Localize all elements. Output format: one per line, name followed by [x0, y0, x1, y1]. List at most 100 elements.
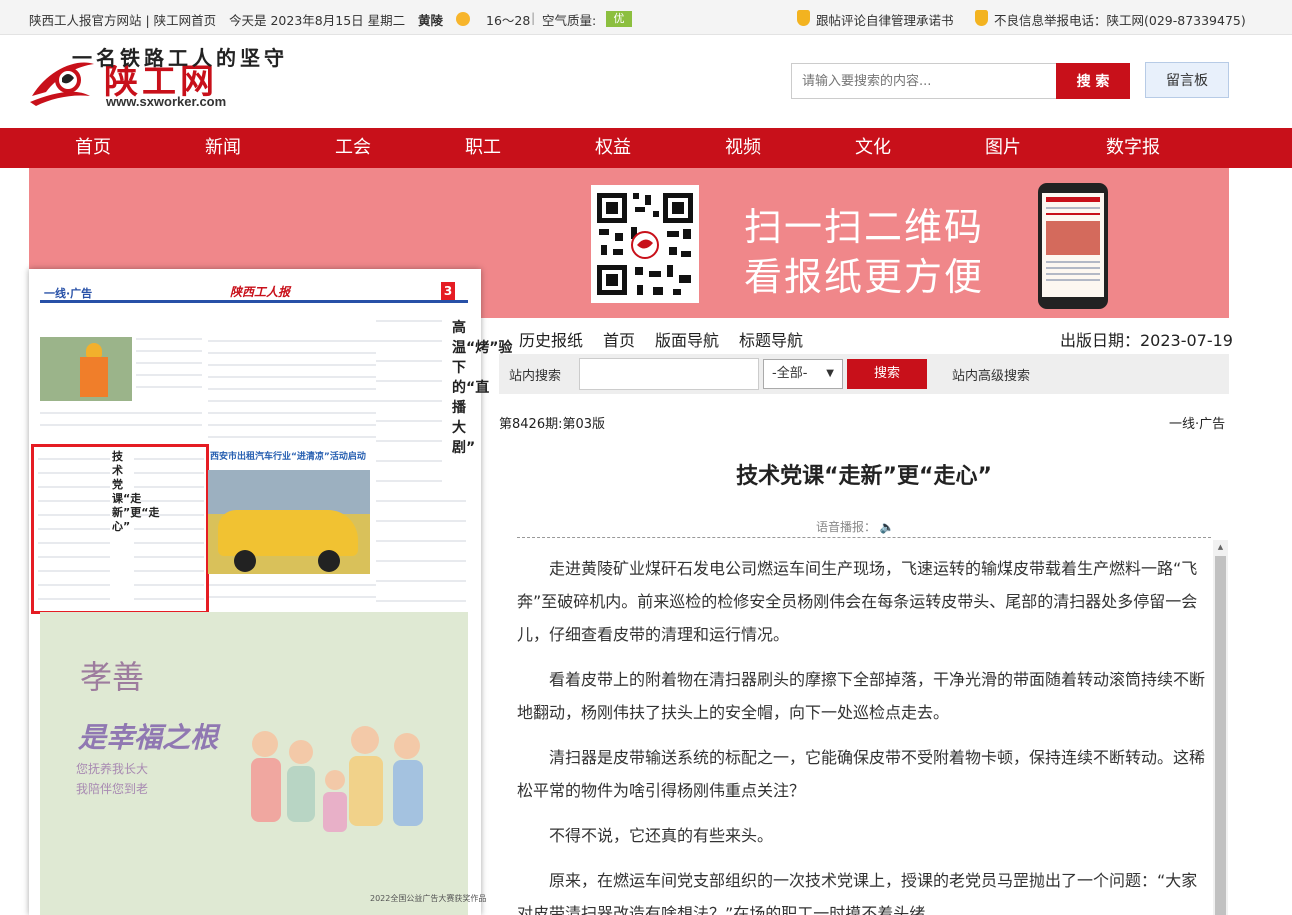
article-paragraph: 看着皮带上的附着物在清扫器刷头的摩擦下全部掉落，干净光滑的带面随着转动滚筒持续不…: [517, 670, 1206, 722]
publication-date: 出版日期：2023-07-19: [1060, 331, 1233, 350]
article-paragraph: 原来，在燃运车间党支部组织的一次技术党课上，授课的老党员马罡抛出了一个问题：“大…: [517, 871, 1198, 915]
text-line: [376, 580, 466, 582]
speaker-icon[interactable]: 🔈: [880, 520, 895, 534]
report-hotline: 不良信息举报电话：陕工网(029-87339475): [994, 13, 1246, 28]
aqi-label: 空气质量:: [542, 13, 597, 28]
paper-headline[interactable]: 一名铁路工人的坚守: [72, 42, 288, 71]
nav-item-union[interactable]: 工会: [293, 128, 413, 168]
voice-broadcast[interactable]: 语音播报： 🔈: [816, 518, 895, 535]
nav-item-rights[interactable]: 权益: [553, 128, 673, 168]
site-search-scope-select[interactable]: -全部- ▼: [763, 359, 843, 389]
weather-city: 黄陵: [418, 13, 444, 28]
text-line: [376, 380, 442, 382]
family-illustration-icon: [251, 726, 423, 832]
paper-photo-worker: [40, 337, 132, 401]
shield-icon: [975, 10, 988, 26]
text-line: [208, 436, 376, 438]
nav-item-workers[interactable]: 职工: [423, 128, 543, 168]
article-body: 走进黄陵矿业煤矸石发电公司燃运车间生产现场，飞速运转的输煤皮带载着生产燃料一路“…: [517, 552, 1205, 915]
article-section: 一线·广告: [1169, 417, 1226, 432]
text-line: [136, 350, 202, 352]
text-line: [208, 424, 376, 426]
divider: [517, 537, 1211, 538]
scroll-up-icon[interactable]: ▲: [1213, 540, 1228, 554]
nav-item-pictures[interactable]: 图片: [943, 128, 1063, 168]
nav-item-video[interactable]: 视频: [683, 128, 803, 168]
paper-masthead: 陕西工人报: [230, 285, 291, 299]
text-line: [376, 360, 442, 362]
article-paragraph: 不得不说，它还真的有些来头。: [549, 826, 774, 845]
text-line: [208, 376, 376, 378]
article-paragraph: 走进黄陵矿业煤矸石发电公司燃运车间生产现场，飞速运转的输煤皮带载着生产燃料一路“…: [517, 559, 1198, 644]
current-date: 今天是 2023年8月15日 星期二: [229, 13, 406, 28]
title-nav-link[interactable]: 标题导航: [739, 327, 803, 351]
nav-item-home[interactable]: 首页: [33, 128, 153, 168]
sun-icon: [452, 8, 474, 26]
text-line: [208, 340, 376, 342]
voice-broadcast-label: 语音播报：: [816, 520, 877, 534]
text-line: [208, 352, 376, 354]
scope-select-value: -全部-: [772, 366, 808, 381]
advanced-search-link[interactable]: 站内高级搜索: [952, 365, 1030, 384]
ad-line-2: 我陪伴您到老: [76, 782, 149, 796]
paper-side-headline[interactable]: 高温“烤”验下的“直播大剧”: [452, 318, 512, 458]
text-line: [376, 560, 466, 562]
text-line: [376, 400, 442, 402]
search-input[interactable]: [791, 63, 1057, 99]
ad-footer: 2022全国公益广告大赛获奖作品: [370, 894, 487, 903]
paper-photo-taxi: [208, 470, 370, 574]
text-line: [376, 340, 442, 342]
text-line: [136, 362, 202, 364]
text-line: [376, 600, 466, 602]
text-line: [208, 388, 376, 390]
text-line: [40, 412, 202, 414]
text-line: [208, 400, 376, 402]
ad-title: 孝善: [80, 658, 145, 696]
banner-line-1: 扫一扫二维码: [744, 205, 985, 249]
text-line: [376, 460, 442, 462]
text-line: [136, 386, 202, 388]
qr-code-icon: [591, 185, 699, 303]
text-line: [376, 480, 442, 482]
top-bar: 陕西工人报官方网站 | 陕工网首页 今天是 2023年8月15日 星期二 黄陵 …: [0, 0, 1292, 35]
text-line: [40, 424, 202, 426]
article-title: 技术党课“走新”更“走心”: [736, 464, 992, 489]
search-button[interactable]: 搜 索: [1056, 63, 1130, 99]
pledge-link[interactable]: 跟帖评论自律管理承诺书: [816, 10, 954, 29]
text-line: [136, 338, 202, 340]
aqi-badge: 优: [606, 11, 632, 27]
paper-page-number: 3: [441, 282, 455, 300]
history-papers-link[interactable]: 历史报纸: [519, 327, 583, 351]
site-links[interactable]: 陕西工人报官方网站 | 陕工网首页: [29, 10, 216, 29]
shield-icon: [797, 10, 810, 26]
text-line: [376, 420, 442, 422]
nav-item-news[interactable]: 新闻: [163, 128, 283, 168]
text-line: [376, 320, 442, 322]
site-search-button[interactable]: 搜索: [847, 359, 927, 389]
paper-rule: [40, 300, 468, 303]
paper-home-link[interactable]: 首页: [603, 327, 635, 351]
scrollbar-thumb[interactable]: [1215, 556, 1226, 915]
site-search-input[interactable]: [579, 358, 759, 390]
nav-item-digital-paper[interactable]: 数字报: [1073, 128, 1193, 168]
logo-url: www.sxworker.com: [106, 94, 227, 109]
chevron-down-icon: ▼: [826, 368, 834, 379]
message-board-button[interactable]: 留言板: [1145, 62, 1229, 98]
text-line: [376, 500, 466, 502]
nav-item-culture[interactable]: 文化: [813, 128, 933, 168]
banner-line-2: 看报纸更方便: [744, 255, 985, 299]
site-search-label: 站内搜索: [509, 369, 562, 384]
issue-number: 第8426期:第03版: [499, 417, 606, 432]
selected-article-highlight[interactable]: [31, 444, 209, 614]
paper-section-label: 一线·广告: [44, 287, 93, 300]
layout-nav-link[interactable]: 版面导航: [655, 327, 719, 351]
text-line: [136, 374, 202, 376]
weather-separator: |: [531, 10, 536, 25]
weather-temp: 16～28: [486, 13, 531, 28]
ad-line-1: 您抚养我长大: [76, 762, 149, 776]
text-line: [208, 596, 376, 598]
paper-taxi-headline[interactable]: 西安市出租汽车行业“进清凉”活动启动: [210, 449, 366, 462]
phone-icon: [1038, 183, 1108, 309]
text-line: [376, 440, 442, 442]
main-nav: 首页 新闻 工会 职工 权益 视频 文化 图片 数字报: [0, 128, 1292, 168]
